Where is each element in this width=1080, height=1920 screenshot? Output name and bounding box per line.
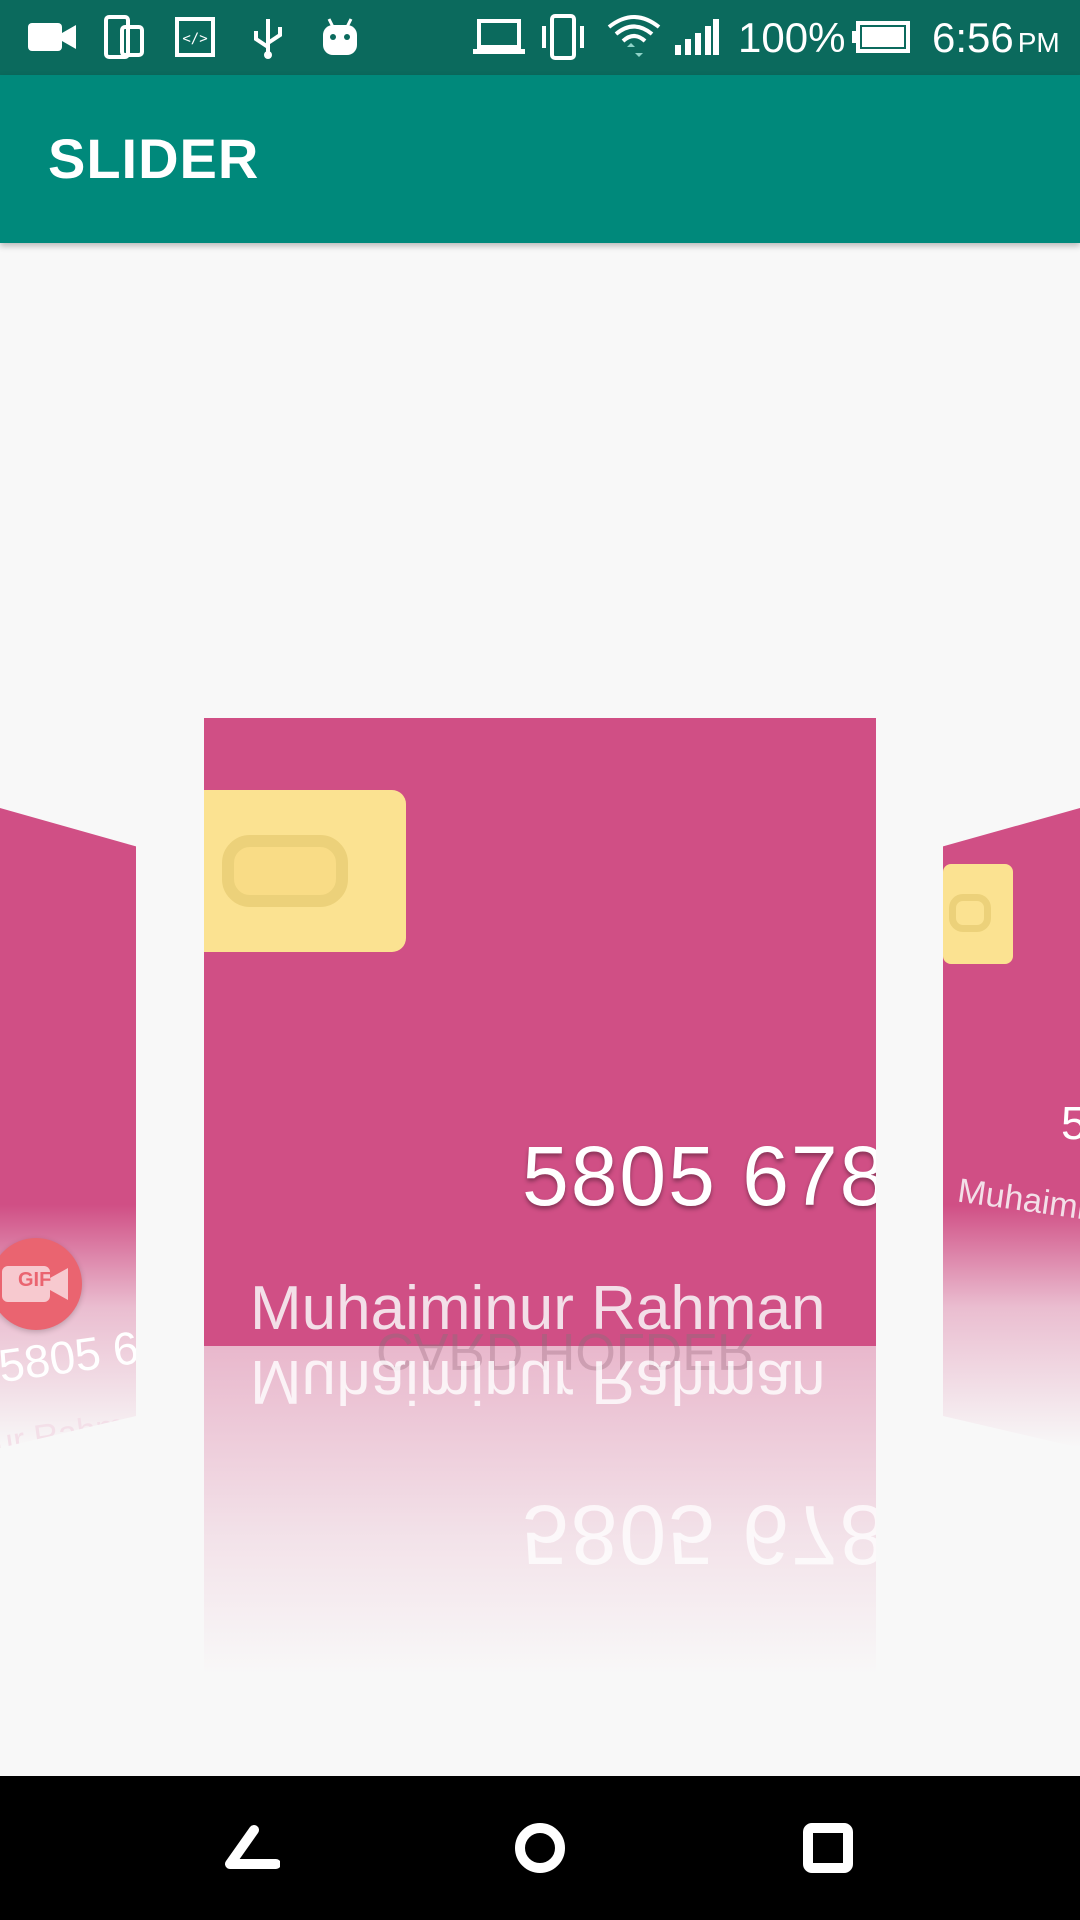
code-icon: </> (174, 12, 216, 62)
home-button[interactable] (500, 1808, 580, 1888)
app-title: SLIDER (48, 127, 260, 190)
clock: 6:56 PM (932, 12, 1060, 64)
recents-icon (803, 1823, 853, 1873)
laptop-icon (472, 12, 526, 62)
card-chip-contact (222, 835, 348, 907)
usb-icon (248, 12, 288, 62)
right-card-number: 5 (1061, 1097, 1080, 1149)
right-card-chip-contact (949, 894, 991, 932)
back-icon (225, 1825, 280, 1869)
card-carousel[interactable]: 5805 678 ur Rahman 5805 678 Muhaiminur R… (0, 243, 1080, 1776)
vibrate-icon (538, 12, 588, 62)
battery-percent: 100% (738, 14, 846, 61)
svg-text:</>: </> (182, 31, 207, 47)
card-right[interactable]: 5 Muhaiminu (943, 808, 1080, 1448)
card-number: 5805 678 (522, 1129, 876, 1223)
device-icon (102, 12, 146, 62)
card-left[interactable]: 5805 678 ur Rahman (0, 808, 136, 1448)
status-bar: </> 100% 6:56 PM (0, 0, 1080, 75)
app-bar: SLIDER (0, 75, 1080, 243)
left-card-holder-name: ur Rahman (0, 1401, 136, 1448)
clock-time: 6:56 (932, 14, 1014, 61)
video-camera-icon (26, 12, 78, 62)
navigation-bar (0, 1776, 1080, 1920)
clock-ampm: PM (1017, 27, 1060, 58)
card-reflection: Muhaiminur Rahman 5805 678 (204, 1346, 876, 1676)
card-center[interactable]: 5805 678 Muhaiminur Rahman (204, 718, 876, 1346)
recents-button[interactable] (788, 1808, 868, 1888)
right-card-holder-name: Muhaiminu (955, 1171, 1080, 1233)
card-chip (204, 790, 406, 952)
back-button[interactable] (212, 1808, 292, 1888)
wifi-icon (606, 12, 662, 62)
signal-icon (672, 12, 720, 62)
gif-label: GIF (18, 1269, 52, 1291)
reflection-holder-name: Muhaiminur Rahman (250, 1347, 826, 1416)
home-icon (515, 1823, 565, 1873)
battery-icon (852, 12, 910, 62)
android-icon (320, 12, 360, 62)
reflection-card-number: 5805 678 (522, 1488, 876, 1582)
right-card-chip (943, 864, 1013, 964)
